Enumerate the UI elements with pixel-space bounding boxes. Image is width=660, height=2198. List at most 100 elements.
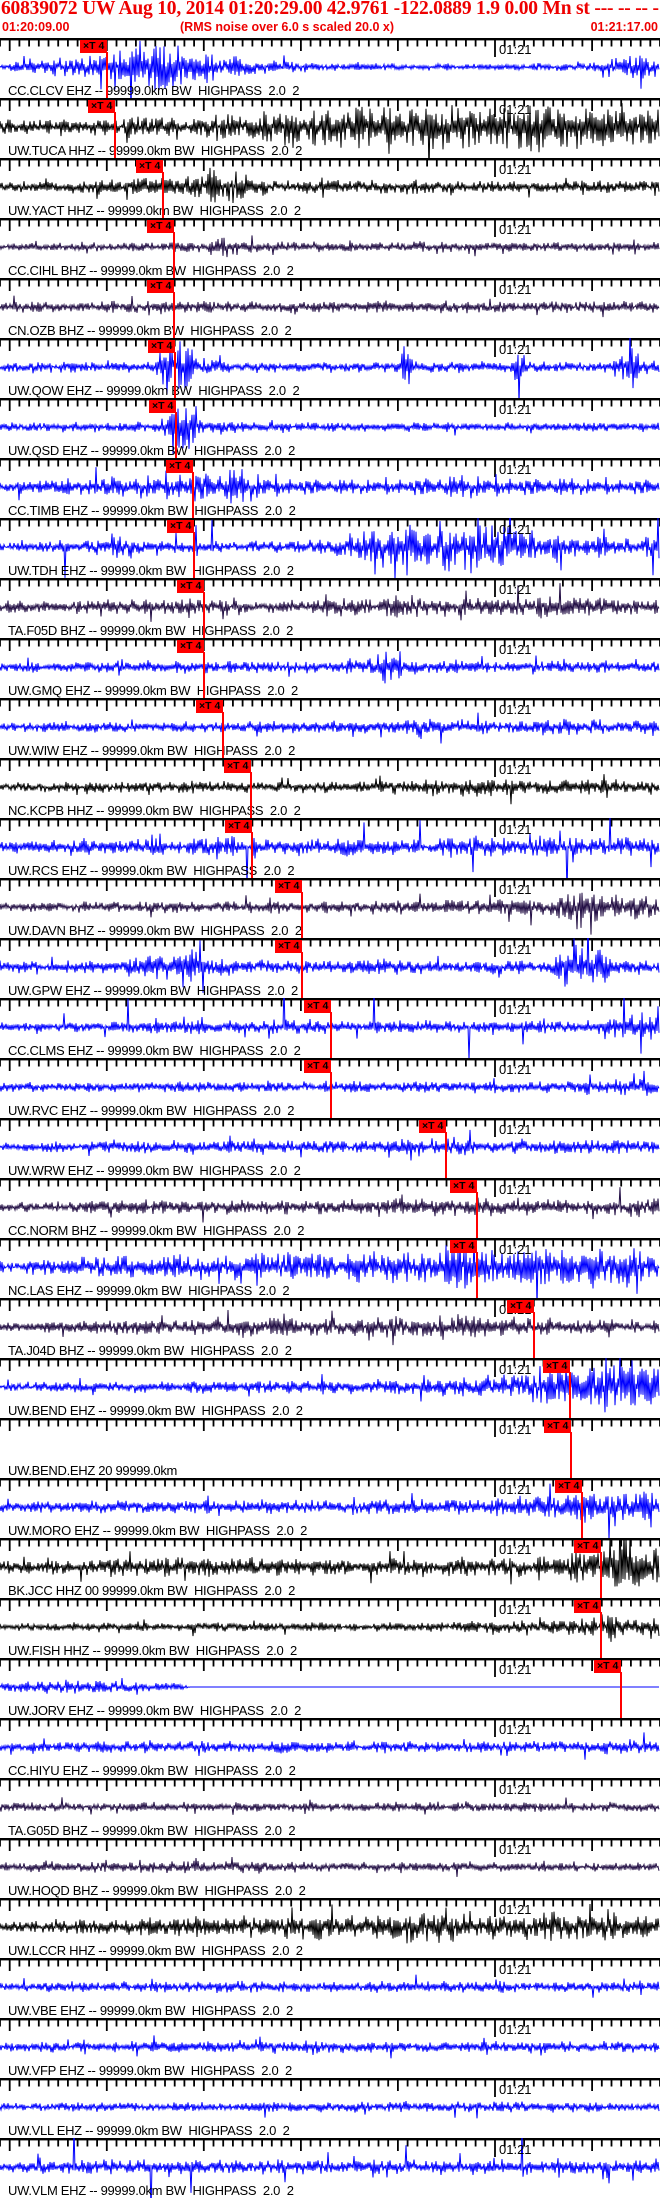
- trace-row[interactable]: 01:21 ×T 4 UW.MORO EHZ -- 99999.0km BW HIG…: [0, 1478, 660, 1538]
- trace-label: UW.MORO EHZ -- 99999.0km BW HIGHPASS 2.0…: [8, 1523, 308, 1538]
- pick-flag[interactable]: ×T 4: [147, 220, 175, 233]
- pick-flag[interactable]: ×T 4: [574, 1600, 602, 1613]
- pick-flag[interactable]: ×T 4: [166, 460, 194, 473]
- minute-label: 01:21: [499, 1122, 532, 1137]
- trace-row[interactable]: 01:21 ×T 4 CC.CLCV EHZ -- 99999.0km BW HIG…: [0, 38, 660, 98]
- trace-row[interactable]: 01:21 ×T 4 UW.TDH EHZ -- 99999.0km BW HIGH…: [0, 518, 660, 578]
- pick-line: [301, 952, 303, 998]
- trace-row[interactable]: 01:21 ×T 4 UW.DAVN BHZ -- 99999.0km BW HIG…: [0, 878, 660, 938]
- minute-label: 01:21: [499, 582, 532, 597]
- pick-flag[interactable]: ×T 4: [543, 1360, 571, 1373]
- trace-row[interactable]: 01:21 ×T 4 UW.RCS EHZ -- 99999.0km BW HIGH…: [0, 818, 660, 878]
- event-header: 60839072 UW Aug 10, 2014 01:20:29.00 42.…: [0, 0, 660, 38]
- trace-row[interactable]: 01:21 ×T 4 UW.GMQ EHZ -- 99999.0km BW HIGH…: [0, 638, 660, 698]
- trace-label: UW.VLM EHZ -- 99999.0km BW HIGHPASS 2.0 …: [8, 2183, 294, 2198]
- pick-flag[interactable]: ×T 4: [196, 700, 224, 713]
- trace-row[interactable]: 01:21 TA.G05D BHZ -- 99999.0km BW HIGHPAS…: [0, 1778, 660, 1838]
- trace-row[interactable]: 01:21 UW.VLL EHZ -- 99999.0km BW HIGHPASS…: [0, 2078, 660, 2138]
- pick-line: [620, 1672, 622, 1718]
- minute-label: 01:21: [499, 1542, 532, 1557]
- trace-row[interactable]: 01:21 UW.VBE EHZ -- 99999.0km BW HIGHPASS…: [0, 1958, 660, 2018]
- trace-row[interactable]: 01:21 ×T 4 UW.RVC EHZ -- 99999.0km BW HIGH…: [0, 1058, 660, 1118]
- trace-row[interactable]: 01:21 ×T 4 CC.CLMS EHZ -- 99999.0km BW HIG…: [0, 998, 660, 1058]
- trace-row[interactable]: 01:21 ×T 4 UW.BEND EHZ -- 99999.0km BW HIG…: [0, 1358, 660, 1418]
- time-ticks: [0, 1240, 660, 1257]
- trace-row[interactable]: 01:21 CC.HIYU EHZ -- 99999.0km BW HIGHPAS…: [0, 1718, 660, 1778]
- trace-row[interactable]: 01:21 ×T 4 UW.WIW EHZ -- 99999.0km BW HIGH…: [0, 698, 660, 758]
- trace-row[interactable]: 01:21 ×T 4 UW.QOW EHZ -- 99999.0km BW HIGH…: [0, 338, 660, 398]
- trace-row[interactable]: 01:21 ×T 4 UW.GPW EHZ -- 99999.0km BW HIGH…: [0, 938, 660, 998]
- trace-label: NC.KCPB HHZ -- 99999.0km BW HIGHPASS 2.0…: [8, 803, 301, 818]
- pick-line: [193, 532, 195, 578]
- pick-flag[interactable]: ×T 4: [177, 580, 205, 593]
- minute-label: 01:21: [499, 642, 532, 657]
- time-ticks: [0, 1840, 660, 1857]
- pick-flag[interactable]: ×T 4: [304, 1060, 332, 1073]
- trace-row[interactable]: 01:21 ×T 4 UW.BEND.EHZ 20 99999.0km: [0, 1418, 660, 1478]
- time-ticks: [0, 1960, 660, 1977]
- time-ticks: [0, 400, 660, 417]
- pick-flag[interactable]: ×T 4: [148, 340, 176, 353]
- pick-flag[interactable]: ×T 4: [177, 640, 205, 653]
- trace-label: UW.HOQD BHZ -- 99999.0km BW HIGHPASS 2.0…: [8, 1883, 306, 1898]
- trace-row[interactable]: 01:21 ×T 4 UW.JORV EHZ -- 99999.0km BW HIG…: [0, 1658, 660, 1718]
- trace-row[interactable]: 01:21 ×T 4 UW.QSD EHZ -- 99999.0km BW HIGH…: [0, 398, 660, 458]
- time-ticks: [0, 820, 660, 837]
- trace-row[interactable]: 01:21 UW.HOQD BHZ -- 99999.0km BW HIGHPAS…: [0, 1838, 660, 1898]
- trace-label: TA.F05D BHZ -- 99999.0km BW HIGHPASS 2.0…: [8, 623, 294, 638]
- trace-row[interactable]: 01:21 ×T 4 NC.KCPB HHZ -- 99999.0km BW HIG…: [0, 758, 660, 818]
- trace-row[interactable]: 01:21 ×T 4 UW.FISH HHZ -- 99999.0km BW HIG…: [0, 1598, 660, 1658]
- pick-flag[interactable]: ×T 4: [88, 100, 116, 113]
- trace-row[interactable]: 01:21 UW.LCCR HHZ -- 99999.0km BW HIGHPAS…: [0, 1898, 660, 1958]
- pick-line: [173, 232, 175, 278]
- trace-row[interactable]: 01:21 ×T 4 UW.YACT HHZ -- 99999.0km BW HIG…: [0, 158, 660, 218]
- pick-flag[interactable]: ×T 4: [136, 160, 164, 173]
- trace-row[interactable]: 01:21 ×T 4 UW.WRW EHZ -- 99999.0km BW HIGH…: [0, 1118, 660, 1178]
- trace-label: UW.VBE EHZ -- 99999.0km BW HIGHPASS 2.0 …: [8, 2003, 293, 2018]
- pick-flag[interactable]: ×T 4: [304, 1000, 332, 1013]
- trace-row[interactable]: 01:21 ×T 4 NC.LAS EHZ -- 99999.0km BW HIGH…: [0, 1238, 660, 1298]
- pick-flag[interactable]: ×T 4: [555, 1480, 583, 1493]
- time-ticks: [0, 1660, 660, 1677]
- trace-label: UW.FISH HHZ -- 99999.0km BW HIGHPASS 2.0…: [8, 1643, 297, 1658]
- trace-label: CN.OZB BHZ -- 99999.0km BW HIGHPASS 2.0 …: [8, 323, 292, 338]
- trace-row[interactable]: 01:21 ×T 4 CC.NORM BHZ -- 99999.0km BW HIG…: [0, 1178, 660, 1238]
- pick-flag[interactable]: ×T 4: [574, 1540, 602, 1553]
- pick-flag[interactable]: ×T 4: [594, 1660, 622, 1673]
- pick-flag[interactable]: ×T 4: [450, 1180, 478, 1193]
- pick-flag[interactable]: ×T 4: [80, 40, 108, 53]
- trace-row[interactable]: 01:21 UW.VFP EHZ -- 99999.0km BW HIGHPASS…: [0, 2018, 660, 2078]
- trace-label: UW.WIW EHZ -- 99999.0km BW HIGHPASS 2.0 …: [8, 743, 296, 758]
- trace-label: CC.CLMS EHZ -- 99999.0km BW HIGHPASS 2.0…: [8, 1043, 301, 1058]
- pick-flag[interactable]: ×T 4: [275, 880, 303, 893]
- minute-label: 01:21: [499, 462, 532, 477]
- pick-flag[interactable]: ×T 4: [419, 1120, 447, 1133]
- trace-row[interactable]: 01:21 ×T 4 TA.F05D BHZ -- 99999.0km BW HIG…: [0, 578, 660, 638]
- pick-flag[interactable]: ×T 4: [147, 280, 175, 293]
- pick-flag[interactable]: ×T 4: [275, 940, 303, 953]
- trace-label: UW.RVC EHZ -- 99999.0km BW HIGHPASS 2.0 …: [8, 1103, 295, 1118]
- trace-row[interactable]: 01:21 ×T 4 CN.OZB BHZ -- 99999.0km BW HIGH…: [0, 278, 660, 338]
- trace-row[interactable]: 01:21 ×T 4 CC.CIHL BHZ -- 99999.0km BW HIG…: [0, 218, 660, 278]
- waveform: [0, 1797, 660, 1815]
- pick-flag[interactable]: ×T 4: [225, 820, 253, 833]
- pick-flag[interactable]: ×T 4: [167, 520, 195, 533]
- minute-label: 01:21: [499, 1422, 532, 1437]
- trace-label: CC.NORM BHZ -- 99999.0km BW HIGHPASS 2.0…: [8, 1223, 305, 1238]
- pick-flag[interactable]: ×T 4: [450, 1240, 478, 1253]
- trace-label: UW.BEND.EHZ 20 99999.0km: [8, 1463, 178, 1478]
- pick-line: [173, 292, 175, 338]
- trace-row[interactable]: 01:21 ×T 4 CC.TIMB EHZ -- 99999.0km BW HIG…: [0, 458, 660, 518]
- waveform: [0, 1678, 659, 1695]
- trace-row[interactable]: 01:21 UW.VLM EHZ -- 99999.0km BW HIGHPASS…: [0, 2138, 660, 2198]
- event-summary: 60839072 UW Aug 10, 2014 01:20:29.00 42.…: [1, 0, 660, 19]
- pick-flag[interactable]: ×T 4: [544, 1420, 572, 1433]
- pick-flag[interactable]: ×T 4: [149, 400, 177, 413]
- trace-row[interactable]: 01:21 ×T 4 BK.JCC HHZ 00 99999.0km BW HIGH…: [0, 1538, 660, 1598]
- pick-line: [570, 1432, 572, 1478]
- trace-label: UW.QSD EHZ -- 99999.0km BW HIGHPASS 2.0 …: [8, 443, 296, 458]
- trace-row[interactable]: 01:21 ×T 4 UW.TUCA HHZ -- 99999.0km BW HIG…: [0, 98, 660, 158]
- pick-flag[interactable]: ×T 4: [507, 1300, 535, 1313]
- trace-row[interactable]: 01:21×T 4TA.J04D BHZ -- 99999.0km BW HIG…: [0, 1298, 660, 1358]
- pick-flag[interactable]: ×T 4: [224, 760, 252, 773]
